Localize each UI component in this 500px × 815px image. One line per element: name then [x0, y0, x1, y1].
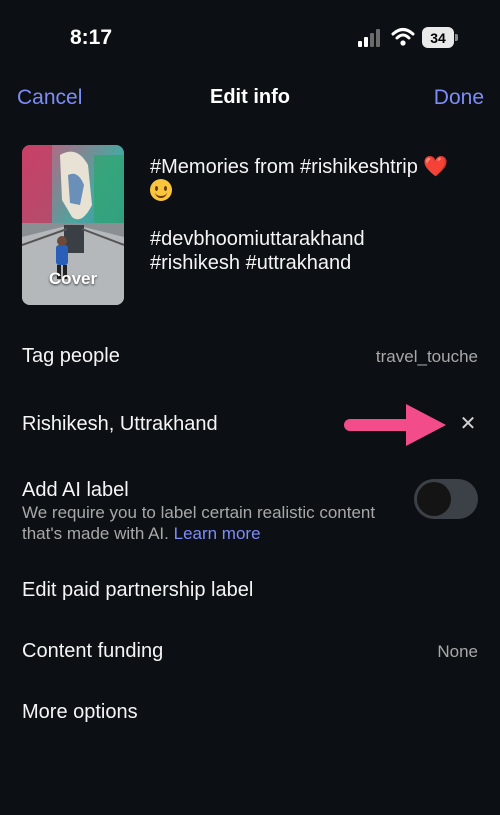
caption-line-3: #devbhoomiuttarakhand	[150, 228, 365, 250]
location-row[interactable]: Rishikesh, Uttrakhand	[22, 413, 218, 436]
caption-line-4: #rishikesh #uttrakhand	[150, 252, 352, 274]
done-button[interactable]: Done	[434, 86, 484, 110]
smiling-face-emoji-icon	[150, 179, 172, 201]
wifi-icon	[391, 28, 415, 46]
heart-emoji-icon: ❤️	[423, 156, 449, 178]
toggle-knob	[417, 482, 451, 516]
content-funding-row[interactable]: Content funding	[22, 640, 163, 663]
content-funding-value: None	[437, 642, 478, 661]
ai-label-description: We require you to label certain realisti…	[22, 502, 382, 544]
paid-partnership-row[interactable]: Edit paid partnership label	[22, 579, 253, 602]
status-time: 8:17	[70, 26, 113, 49]
tag-people-row[interactable]: Tag people	[22, 345, 120, 368]
ai-label-title: Add AI label	[22, 479, 129, 501]
cover-thumbnail[interactable]: Cover	[22, 145, 124, 305]
remove-location-icon[interactable]: ✕	[458, 414, 478, 434]
cellular-signal-icon	[358, 29, 380, 47]
ai-label-toggle[interactable]	[414, 479, 478, 519]
learn-more-link[interactable]: Learn more	[174, 524, 261, 543]
more-options-row[interactable]: More options	[22, 701, 138, 724]
caption-text[interactable]: #Memories from #rishikeshtrip ❤️ #devbho…	[150, 155, 480, 275]
cancel-button[interactable]: Cancel	[17, 86, 82, 110]
battery-level: 34	[422, 27, 454, 48]
annotation-arrow-icon	[344, 404, 446, 446]
caption-line-1: #Memories from #rishikeshtrip	[150, 156, 418, 178]
tag-people-value: travel_touche	[375, 347, 478, 366]
battery-icon: 34	[422, 27, 460, 48]
cover-label: Cover	[48, 269, 98, 288]
